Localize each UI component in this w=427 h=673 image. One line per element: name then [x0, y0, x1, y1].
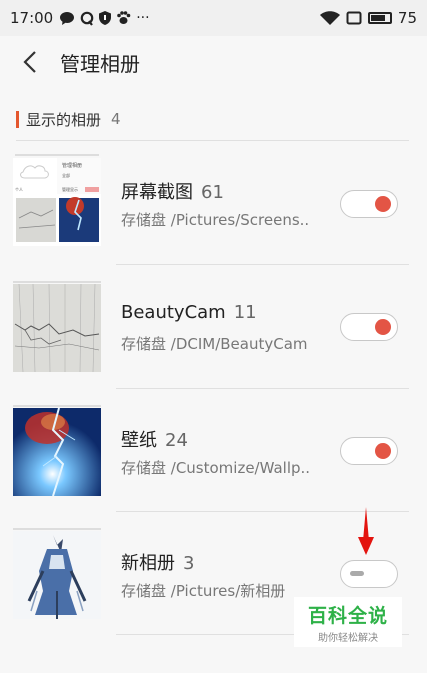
battery-icon [367, 12, 392, 24]
album-row-screenshots[interactable]: 管理相册 全部 个人 管理显示 屏幕截图 61 存储盘 /Pictures/Scr… [0, 140, 427, 264]
album-path: 存储盘 /Pictures/新相册 [121, 582, 286, 600]
album-count: 11 [233, 302, 257, 323]
album-row-wallpaper[interactable]: 壁纸 24 存储盘 /Customize/Wallp.. [0, 388, 427, 512]
album-thumbnail: 管理相册 全部 个人 管理显示 [13, 158, 101, 246]
toggle-knob [350, 571, 364, 576]
battery-level: 75 [397, 9, 417, 27]
album-count: 61 [201, 182, 224, 203]
q-icon [80, 11, 94, 26]
album-path: 存储盘 /Customize/Wallp.. [121, 459, 311, 477]
page-title: 管理相册 [60, 51, 140, 76]
album-name: BeautyCam [121, 302, 226, 323]
section-label: 显示的相册 [26, 110, 102, 129]
album-title: 新相册 3 [121, 549, 194, 575]
shield-icon [99, 11, 112, 25]
paw-icon [117, 11, 131, 24]
status-right: 75 [319, 9, 417, 27]
app-header: 管理相册 [0, 36, 427, 88]
watermark-subtitle: 助你轻松解决 [318, 633, 378, 644]
screenshot-thumbnail-art: 管理相册 全部 个人 管理显示 [13, 158, 101, 246]
thumb-stack-edge [13, 405, 101, 407]
thumb-text-3: 个人 [15, 187, 23, 192]
toggle-knob [375, 443, 391, 459]
red-arrow-icon [358, 507, 374, 555]
watermark-logo: 百科全说 助你轻松解决 [294, 597, 402, 647]
sketch-thumbnail-art [13, 284, 101, 372]
album-visibility-toggle[interactable] [340, 313, 398, 341]
watermark-title: 百科全说 [307, 605, 388, 627]
section-accent-bar [16, 110, 19, 128]
toggle-knob [375, 319, 391, 335]
album-name: 新相册 [121, 553, 175, 574]
album-row-beautycam[interactable]: BeautyCam 11 存储盘 /DCIM/BeautyCam [0, 264, 427, 388]
back-button[interactable] [0, 36, 60, 88]
character-thumbnail-art [13, 531, 101, 619]
album-thumbnail [13, 284, 101, 372]
thumb-stack-edge [15, 154, 99, 156]
album-thumbnail [13, 531, 101, 619]
thumb-text-1: 管理相册 [62, 162, 82, 169]
album-visibility-toggle[interactable] [340, 560, 398, 588]
thumb-stack-edge [13, 281, 101, 283]
toggle-knob [375, 196, 391, 212]
album-name: 屏幕截图 [121, 182, 193, 203]
more-notifications: ··· [136, 10, 150, 26]
album-title: 屏幕截图 61 [121, 178, 224, 204]
album-path: 存储盘 /DCIM/BeautyCam [121, 335, 308, 353]
album-count: 24 [165, 430, 188, 451]
status-bar: 17:00 ··· 75 [0, 0, 427, 36]
thumb-text-4: 管理显示 [62, 186, 78, 192]
chat-icon [60, 11, 75, 25]
notification-icons: ··· [59, 10, 150, 26]
sim-card-icon [346, 11, 362, 25]
thumb-stack-edge [13, 528, 101, 530]
status-time: 17:00 [10, 9, 54, 27]
album-name: 壁纸 [121, 430, 157, 451]
album-title: BeautyCam 11 [121, 302, 257, 323]
album-visibility-toggle[interactable] [340, 437, 398, 465]
wallpaper-thumbnail-art [13, 408, 101, 496]
album-title: 壁纸 24 [121, 426, 188, 452]
back-arrow-icon [23, 51, 36, 73]
thumb-text-2: 全部 [62, 172, 70, 178]
album-visibility-toggle[interactable] [340, 190, 398, 218]
album-path: 存储盘 /Pictures/Screens.. [121, 211, 310, 229]
section-count: 4 [111, 110, 121, 128]
album-count: 3 [183, 553, 195, 574]
wifi-icon [319, 11, 340, 25]
album-thumbnail [13, 408, 101, 496]
section-header: 显示的相册 4 [16, 108, 121, 130]
